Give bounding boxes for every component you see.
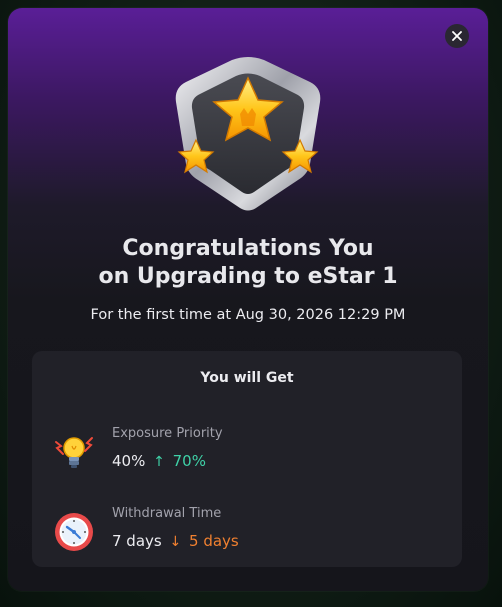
modal-title: Congratulations You on Upgrading to eSta… bbox=[8, 235, 488, 291]
benefit-withdrawal-time: Withdrawal Time 7 days ↓ 5 days bbox=[52, 506, 442, 556]
clock-icon bbox=[55, 513, 93, 551]
benefit-value: 40% ↑ 70% bbox=[112, 452, 206, 470]
close-icon bbox=[452, 31, 462, 41]
new-value: 70% bbox=[172, 452, 206, 470]
old-value: 40% bbox=[112, 452, 146, 470]
upgrade-date-text: For the first time at Aug 30, 2026 12:29… bbox=[90, 307, 406, 323]
close-button[interactable] bbox=[445, 24, 469, 48]
upgrade-modal: Congratulations You on Upgrading to eSta… bbox=[8, 8, 488, 591]
lightbulb-icon bbox=[55, 437, 93, 468]
title-line-1: Congratulations You bbox=[122, 236, 374, 261]
benefit-value: 7 days ↓ 5 days bbox=[112, 532, 239, 550]
benefit-exposure-priority: Exposure Priority 40% ↑ 70% bbox=[52, 426, 442, 476]
old-value: 7 days bbox=[112, 532, 162, 550]
benefits-panel: You will Get Exposure Priority 40% ↑ 70% bbox=[32, 351, 462, 567]
benefits-title: You will Get bbox=[200, 370, 294, 386]
title-line-2: on Upgrading to eStar 1 bbox=[98, 264, 398, 289]
estar-badge-icon bbox=[175, 57, 321, 211]
arrow-up-icon: ↑ bbox=[153, 454, 165, 470]
benefit-label: Withdrawal Time bbox=[112, 506, 222, 521]
benefit-label: Exposure Priority bbox=[112, 426, 223, 441]
new-value: 5 days bbox=[189, 532, 239, 550]
arrow-down-icon: ↓ bbox=[169, 534, 182, 550]
